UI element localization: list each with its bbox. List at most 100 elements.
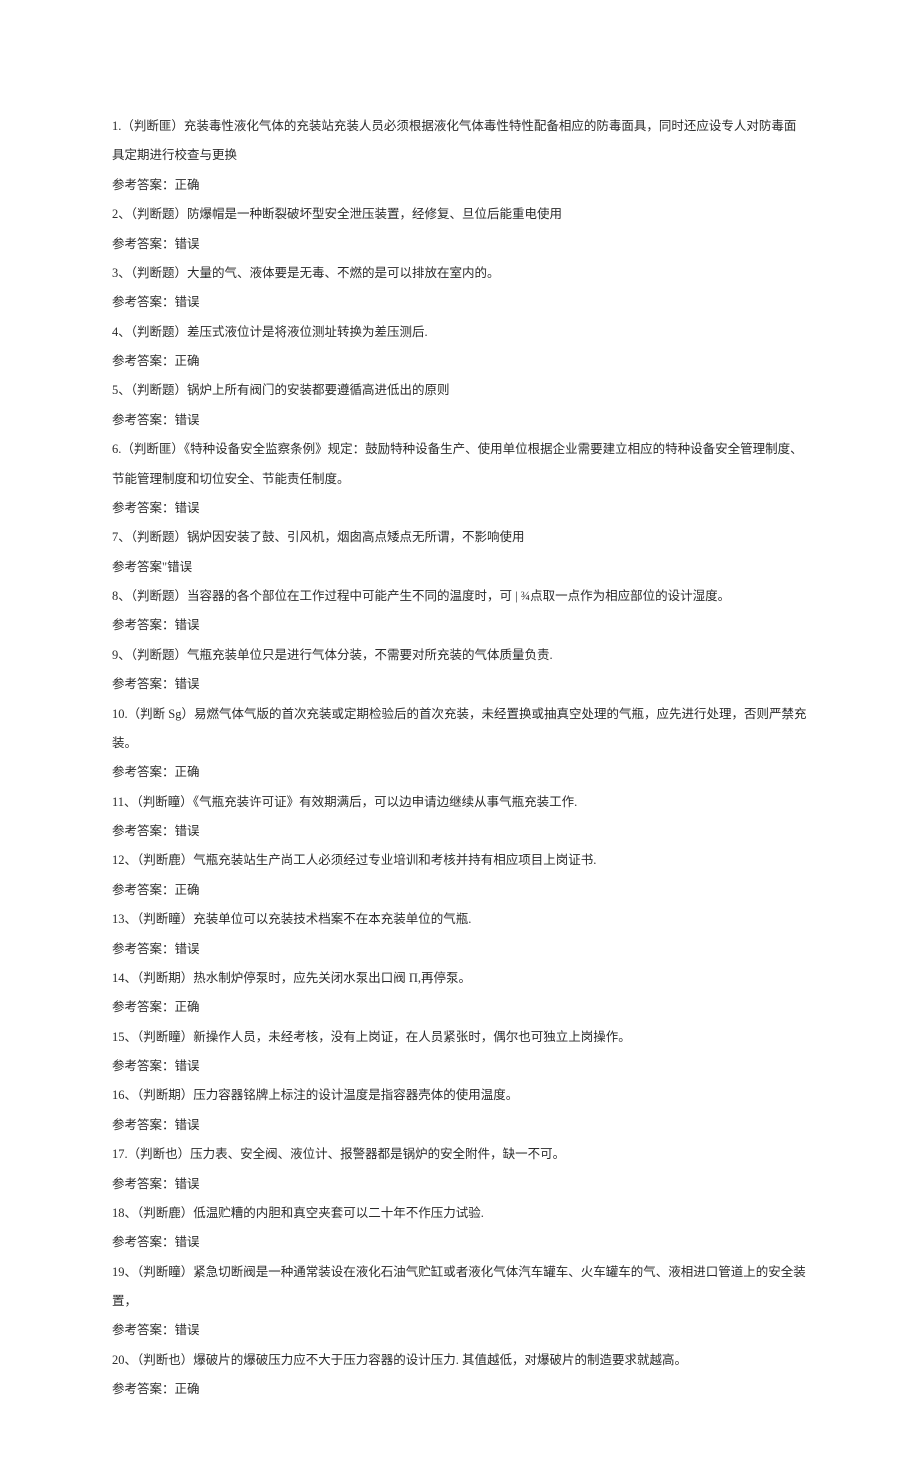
question-number: 18、 (112, 1206, 137, 1220)
question-type-label: （判断瞳） (137, 912, 193, 926)
question-item: 12、（判断鹿）气瓶充装站生产尚工人必须经过专业培训和考核并持有相应项目上岗证书… (112, 846, 808, 875)
question-type-label: （判断期） (137, 1088, 193, 1102)
answer-label: 参考答案： (112, 765, 175, 779)
question-number: 3、 (112, 266, 131, 280)
answer-line: 参考答案：错误 (112, 406, 808, 435)
answer-value: 正确 (175, 1382, 200, 1396)
answer-line: 参考答案：错误 (112, 1052, 808, 1081)
answer-label: 参考答案： (112, 295, 175, 309)
answer-value: 正确 (175, 883, 200, 897)
answer-line: 参考答案：错误 (112, 1316, 808, 1345)
question-text: 新操作人员，未经考核，没有上岗证，在人员紧张时，偶尔也可独立上岗操作。 (193, 1030, 631, 1044)
answer-line: 参考答案：正确 (112, 171, 808, 200)
question-item: 18、（判断鹿）低温贮糟的内胆和真空夹套可以二十年不作压力试验. (112, 1199, 808, 1228)
question-type-label: （判断题） (131, 266, 187, 280)
answer-line: 参考答案：错误 (112, 935, 808, 964)
answer-value: 错误 (175, 1177, 200, 1191)
answer-label: 参考答案： (112, 1177, 175, 1191)
question-text: 大量的气、液体要是无毒、不燃的是可以排放在室内的。 (187, 266, 500, 280)
question-type-label: （判断鹿） (137, 1206, 193, 1220)
document-page: 1.（判断匪）充装毒性液化气体的充装站充装人员必须根据液化气体毒性特性配备相应的… (0, 0, 920, 1465)
question-text: 锅炉因安装了鼓、引风机，烟囱高点矮点无所谓，不影响使用 (187, 530, 525, 544)
question-item: 8、（判断题）当容器的各个部位在工作过程中可能产生不同的温度时，可 | ¾点取一… (112, 582, 808, 611)
answer-line: 参考答案：错误 (112, 1111, 808, 1140)
question-item: 16、（判断期）压力容器铭牌上标注的设计温度是指容器壳体的使用温度。 (112, 1081, 808, 1110)
answer-label: 参考答案： (112, 178, 175, 192)
answer-value: 错误 (175, 1118, 200, 1132)
question-item: 6.（判断匪）《特种设备安全监察条例》规定：鼓励特种设备生产、使用单位根据企业需… (112, 435, 808, 494)
answer-label: 参考答案： (112, 237, 175, 251)
question-type-label: （判断匪） (121, 119, 184, 133)
answer-label: 参考答案： (112, 1235, 175, 1249)
question-type-label: （判断 Sg） (128, 707, 194, 721)
answer-label: 参考答案： (112, 824, 175, 838)
question-item: 14、（判断期）热水制炉停泵时，应先关闭水泵出口阀 Π,再停泵。 (112, 964, 808, 993)
question-type-label: （判断瞳） (137, 795, 193, 809)
answer-value: 错误 (175, 237, 200, 251)
question-text: 《气瓶充装许可证》有效期满后，可以边申请边继续从事气瓶充装工作. (193, 795, 577, 809)
answer-value: 正确 (175, 178, 200, 192)
question-item: 17.（判断也）压力表、安全阀、液位计、报警器都是锅炉的安全附件，缺一不可。 (112, 1140, 808, 1169)
question-type-label: （判断也） (128, 1147, 191, 1161)
question-type-label: （判断题） (131, 589, 187, 603)
question-item: 10.（判断 Sg）易燃气体气版的首次充装或定期检验后的首次充装，未经置换或抽真… (112, 700, 808, 759)
answer-value: 错误 (175, 618, 200, 632)
question-text: 易燃气体气版的首次充装或定期检验后的首次充装，未经置换或抽真空处理的气瓶，应先进… (112, 707, 806, 750)
answer-label: 参考答案： (112, 1059, 175, 1073)
answer-line: 参考答案：正确 (112, 758, 808, 787)
answer-value: 错误 (175, 1059, 200, 1073)
answer-label: 参考答案： (112, 883, 175, 897)
question-number: 9、 (112, 648, 131, 662)
answer-value: 错误 (175, 501, 200, 515)
question-number: 10. (112, 707, 128, 721)
question-number: 14、 (112, 971, 137, 985)
question-type-label: （判断题） (131, 207, 187, 221)
answer-line: 参考答案：错误 (112, 1228, 808, 1257)
answer-value: 错误 (175, 413, 200, 427)
answer-line: 参考答案"错误 (112, 553, 808, 582)
question-text: 防爆帽是一种断裂破坏型安全泄压装置，经修复、旦位后能重电使用 (187, 207, 562, 221)
question-item: 19、（判断瞳）紧急切断阀是一种通常装设在液化石油气贮缸或者液化气体汽车罐车、火… (112, 1258, 808, 1317)
question-type-label: （判断期） (137, 971, 193, 985)
question-item: 3、（判断题）大量的气、液体要是无毒、不燃的是可以排放在室内的。 (112, 259, 808, 288)
question-item: 2、（判断题）防爆帽是一种断裂破坏型安全泄压装置，经修复、旦位后能重电使用 (112, 200, 808, 229)
answer-label: 参考答案： (112, 1000, 175, 1014)
question-type-label: （判断题） (131, 530, 187, 544)
question-number: 17. (112, 1147, 128, 1161)
answer-value: 正确 (175, 354, 200, 368)
question-text: 《特种设备安全监察条例》规定：鼓励特种设备生产、使用单位根据企业需要建立相应的特… (112, 442, 803, 485)
answer-value: 错误 (175, 1323, 200, 1337)
answer-label: 参考答案： (112, 1118, 175, 1132)
answer-line: 参考答案：错误 (112, 1170, 808, 1199)
question-number: 13、 (112, 912, 137, 926)
question-text: 热水制炉停泵时，应先关闭水泵出口阀 Π,再停泵。 (193, 971, 471, 985)
question-item: 7、（判断题）锅炉因安装了鼓、引风机，烟囱高点矮点无所谓，不影响使用 (112, 523, 808, 552)
question-number: 4、 (112, 325, 131, 339)
question-type-label: （判断也） (137, 1353, 193, 1367)
answer-value: 错误 (175, 677, 200, 691)
question-number: 12、 (112, 853, 137, 867)
answer-value: 正确 (175, 765, 200, 779)
question-type-label: （判断鹿） (137, 853, 193, 867)
question-text: 充装毒性液化气体的充装站充装人员必须根据液化气体毒性特性配备相应的防毒面具，同时… (112, 119, 796, 162)
answer-line: 参考答案：错误 (112, 611, 808, 640)
question-number: 16、 (112, 1088, 137, 1102)
answer-label: 参考答案： (112, 413, 175, 427)
question-text: 差压式液位计是将液位测址转换为差压测后. (187, 325, 428, 339)
question-type-label: （判断瞳） (137, 1030, 193, 1044)
question-text: 低温贮糟的内胆和真空夹套可以二十年不作压力试验. (193, 1206, 484, 1220)
answer-label: 参考答案： (112, 677, 175, 691)
answer-line: 参考答案：错误 (112, 817, 808, 846)
question-item: 4、（判断题）差压式液位计是将液位测址转换为差压测后. (112, 318, 808, 347)
answer-value: 错误 (175, 295, 200, 309)
question-number: 19、 (112, 1265, 137, 1279)
answer-line: 参考答案：正确 (112, 876, 808, 905)
answer-value: 错误 (175, 1235, 200, 1249)
answer-value: 错误 (175, 942, 200, 956)
answer-line: 参考答案：正确 (112, 1375, 808, 1404)
answer-label: 参考答案： (112, 618, 175, 632)
question-item: 11、（判断瞳）《气瓶充装许可证》有效期满后，可以边申请边继续从事气瓶充装工作. (112, 788, 808, 817)
question-item: 5、（判断题）锅炉上所有阀门的安装都要遵循高进低出的原则 (112, 376, 808, 405)
answer-label: 参考答案： (112, 1323, 175, 1337)
answer-line: 参考答案：正确 (112, 347, 808, 376)
